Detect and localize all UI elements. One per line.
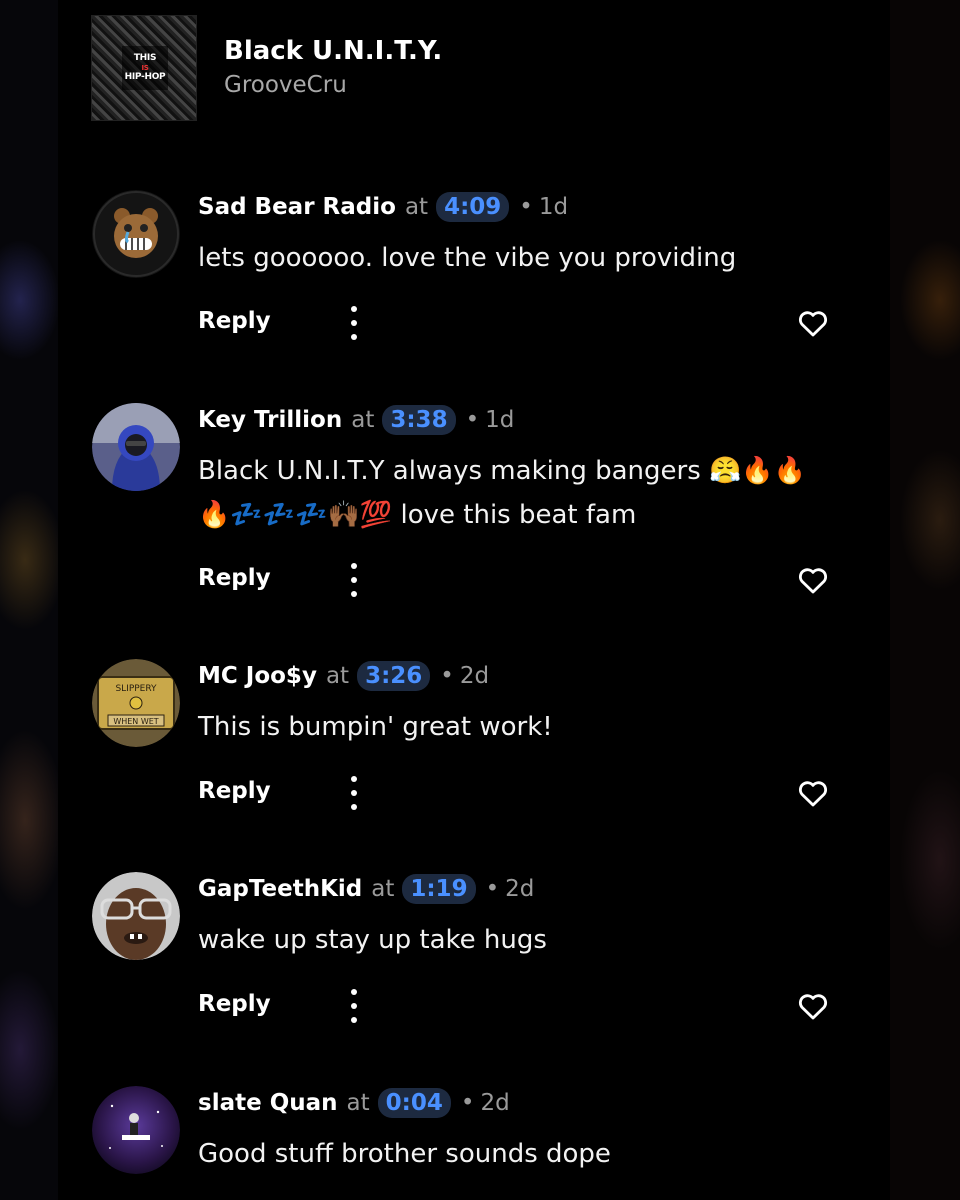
more-options-icon[interactable] [344, 774, 364, 812]
comment-username[interactable]: MC Joo$y [198, 663, 317, 689]
comment-header: GapTeethKid at 1:19 • 2d [198, 874, 534, 904]
face-with-glasses-avatar[interactable] [92, 872, 180, 960]
separator-dot: • [440, 663, 454, 689]
cover-text-line: IS [141, 64, 149, 72]
at-label: at [325, 663, 350, 689]
comment-username[interactable]: slate Quan [198, 1090, 338, 1116]
sign-text-top: SLIPPERY [115, 684, 157, 694]
comment-header: MC Joo$y at 3:26 • 2d [198, 661, 489, 691]
at-label: at [371, 876, 395, 902]
comment-actions: Reply [198, 987, 838, 1027]
reply-button[interactable]: Reply [198, 565, 271, 591]
track-artist[interactable]: GrooveCru [224, 72, 347, 98]
person-hoodie-avatar[interactable] [92, 403, 180, 491]
comment-item: GapTeethKid at 1:19 • 2d wake up stay up… [92, 872, 832, 1032]
reply-button[interactable]: Reply [198, 308, 271, 334]
track-cover-art[interactable]: THIS IS HIP-HOP [91, 15, 197, 121]
cover-text-line: HIP-HOP [124, 72, 166, 82]
face-with-glasses-icon [92, 872, 180, 960]
at-label: at [351, 407, 375, 433]
comment-timestamp[interactable]: 4:09 [436, 192, 510, 222]
blurred-background-right [890, 0, 960, 1200]
comment-timestamp[interactable]: 3:26 [357, 661, 431, 691]
comment-age: 1d [485, 407, 515, 433]
slippery-when-wet-sign-avatar[interactable]: SLIPPERY WHEN WET [92, 659, 180, 747]
comment-actions: Reply [198, 304, 838, 344]
comment-timestamp[interactable]: 0:04 [377, 1088, 451, 1118]
comment-header: Sad Bear Radio at 4:09 • 1d [198, 192, 568, 222]
comment-text: wake up stay up take hugs [198, 925, 547, 955]
heart-icon[interactable] [796, 306, 830, 340]
comment-timestamp[interactable]: 1:19 [402, 874, 476, 904]
reply-button[interactable]: Reply [198, 778, 271, 804]
screen: THIS IS HIP-HOP Black U.N.I.T.Y. GrooveC… [0, 0, 960, 1200]
more-options-icon[interactable] [344, 987, 364, 1025]
separator-dot: • [465, 407, 480, 433]
comment-username[interactable]: Sad Bear Radio [198, 194, 396, 220]
comment-age: 2d [459, 663, 490, 689]
separator-dot: • [485, 876, 500, 902]
cover-badge: THIS IS HIP-HOP [122, 46, 168, 90]
cover-text-line: THIS [133, 53, 157, 63]
bear-face-icon [92, 190, 180, 278]
comment-age: 2d [480, 1090, 510, 1116]
heart-icon[interactable] [796, 776, 830, 810]
comment-username[interactable]: Key Trillion [198, 407, 342, 433]
comment-age: 1d [538, 194, 569, 220]
at-label: at [404, 194, 429, 220]
separator-dot: • [460, 1090, 475, 1116]
track-header[interactable]: THIS IS HIP-HOP Black U.N.I.T.Y. GrooveC… [91, 15, 692, 121]
comment-item: SLIPPERY WHEN WET MC Joo$y at 3:26 • 2d … [92, 659, 832, 819]
comment-timestamp[interactable]: 3:38 [382, 405, 456, 435]
more-options-icon[interactable] [344, 561, 364, 599]
comment-item: Key Trillion at 3:38 • 1d Black U.N.I.T.… [92, 403, 832, 603]
warning-sign-icon: SLIPPERY WHEN WET [92, 659, 180, 747]
comment-header: slate Quan at 0:04 • 2d [198, 1088, 510, 1118]
comment-age: 2d [505, 876, 535, 902]
sign-text-bottom: WHEN WET [113, 717, 158, 726]
comment-item: Sad Bear Radio at 4:09 • 1d lets goooooo… [92, 190, 832, 350]
comment-text: Black U.N.I.T.Y always making bangers 😤🔥… [198, 456, 807, 530]
heart-icon[interactable] [796, 989, 830, 1023]
blurred-background-left [0, 0, 58, 1200]
separator-dot: • [519, 194, 533, 220]
comment-text: This is bumpin' great work! [198, 712, 553, 742]
track-title[interactable]: Black U.N.I.T.Y. [224, 36, 442, 66]
comment-username[interactable]: GapTeethKid [198, 876, 362, 902]
comment-text: Good stuff brother sounds dope [198, 1139, 611, 1169]
reply-button[interactable]: Reply [198, 991, 271, 1017]
heart-icon[interactable] [796, 563, 830, 597]
comment-header: Key Trillion at 3:38 • 1d [198, 405, 514, 435]
purple-galaxy-icon [92, 1086, 180, 1174]
more-options-icon[interactable] [344, 304, 364, 342]
comment-actions: Reply [198, 561, 838, 601]
comment-item: slate Quan at 0:04 • 2d Good stuff broth… [92, 1086, 832, 1196]
purple-galaxy-avatar[interactable] [92, 1086, 180, 1174]
at-label: at [346, 1090, 370, 1116]
person-hoodie-icon [92, 403, 180, 491]
bear-face-avatar[interactable] [92, 190, 180, 278]
comment-actions: Reply [198, 774, 838, 814]
comment-text: lets goooooo. love the vibe you providin… [198, 243, 737, 273]
